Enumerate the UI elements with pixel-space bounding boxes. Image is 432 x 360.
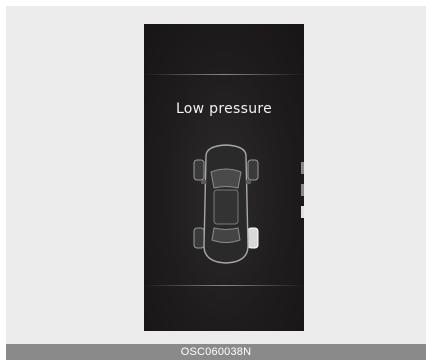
scroll-indicator: [301, 162, 304, 218]
car-top-view-icon: [193, 144, 259, 264]
bottom-divider: [144, 285, 304, 286]
warning-message: Low pressure: [175, 101, 273, 117]
cluster-display: Low pressure: [144, 24, 304, 331]
figure-frame: Low pressure: [6, 6, 426, 344]
top-divider: [144, 74, 304, 75]
figure-code-caption: OSC060038N: [6, 344, 426, 360]
